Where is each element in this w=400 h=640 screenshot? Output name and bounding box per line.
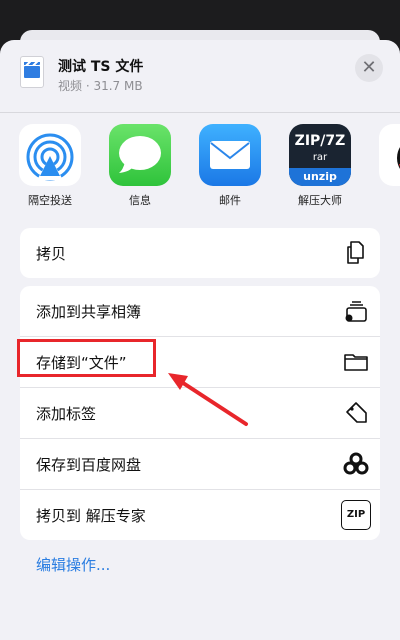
annotation-arrow: [168, 373, 248, 426]
